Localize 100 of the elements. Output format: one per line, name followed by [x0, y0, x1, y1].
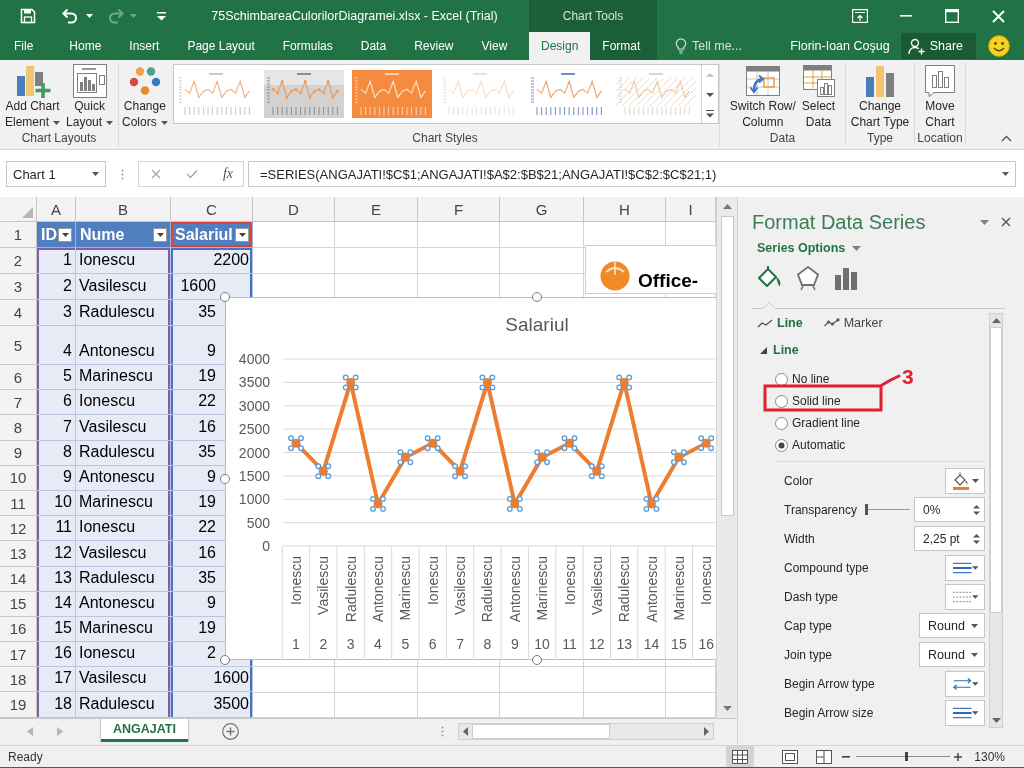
- chart-style-thumbnail[interactable]: [351, 70, 432, 118]
- maximize-icon[interactable]: [945, 9, 959, 23]
- caret-icon[interactable]: [971, 652, 978, 657]
- chart-style-thumbnail[interactable]: [263, 70, 344, 118]
- row-header[interactable]: 11: [0, 490, 37, 517]
- line-style-button[interactable]: [945, 699, 985, 726]
- filter-button[interactable]: [153, 227, 167, 242]
- row-header[interactable]: 18: [0, 667, 37, 693]
- caret-icon[interactable]: [61, 232, 69, 237]
- caret-right-icon[interactable]: [704, 727, 709, 736]
- column-header[interactable]: I: [666, 197, 716, 222]
- column-header[interactable]: H: [584, 197, 666, 222]
- table-header-cell[interactable]: ID: [37, 222, 76, 248]
- ribbon-button[interactable]: Quick Layout: [63, 64, 117, 130]
- row-header[interactable]: 17: [0, 642, 37, 668]
- caret-down-icon[interactable]: [722, 706, 732, 711]
- row-header[interactable]: 12: [0, 516, 37, 542]
- row-header[interactable]: 13: [0, 541, 37, 567]
- data-point[interactable]: [288, 435, 304, 452]
- filter-button[interactable]: [58, 227, 72, 242]
- section-header[interactable]: Line: [758, 338, 801, 362]
- table-header-cell[interactable]: Nume: [76, 222, 171, 248]
- column-header[interactable]: E: [335, 197, 418, 222]
- ribbon-tab[interactable]: View: [467, 32, 522, 60]
- close-icon[interactable]: [1001, 217, 1011, 227]
- row-header[interactable]: 19: [0, 692, 37, 718]
- caret-icon[interactable]: [92, 172, 99, 176]
- name-box[interactable]: Chart 1: [6, 161, 106, 187]
- pentagon-icon[interactable]: [796, 265, 820, 291]
- spin-field[interactable]: 2,25 pt: [914, 526, 985, 551]
- radio-icon[interactable]: [775, 394, 788, 408]
- caret-icon[interactable]: [1002, 172, 1009, 176]
- insert-function-button[interactable]: fx: [222, 166, 233, 182]
- ribbon-tab[interactable]: Formulas: [268, 32, 347, 60]
- radio-icon[interactable]: [775, 372, 788, 386]
- data-point[interactable]: [561, 435, 578, 452]
- row-header[interactable]: 15: [0, 591, 37, 617]
- data-point[interactable]: [370, 495, 386, 512]
- caret-icon[interactable]: [972, 478, 979, 483]
- column-header[interactable]: F: [418, 197, 500, 222]
- column-header[interactable]: C: [171, 197, 253, 222]
- ribbon-tab[interactable]: Insert: [115, 32, 174, 60]
- chart-style-thumbnail[interactable]: [615, 70, 696, 118]
- ribbon-button[interactable]: Change Colors: [119, 64, 171, 130]
- data-point[interactable]: [342, 374, 359, 391]
- subtab[interactable]: Marker: [820, 316, 885, 330]
- scrollbar-thumb[interactable]: [720, 216, 734, 516]
- line-style-button[interactable]: [945, 670, 985, 697]
- column-header[interactable]: D: [253, 197, 335, 222]
- data-point[interactable]: [698, 435, 715, 452]
- resize-handle[interactable]: [220, 473, 230, 484]
- caret-icon[interactable]: [160, 120, 168, 125]
- dots-icon[interactable]: [121, 169, 124, 180]
- view-button[interactable]: [726, 746, 755, 767]
- ribbon-button[interactable]: Move Chart: [922, 64, 958, 130]
- line-chart[interactable]: [225, 297, 716, 660]
- color-picker-button[interactable]: [945, 467, 985, 494]
- formula-field[interactable]: =SERIES(ANGAJATI!$C$1;ANGAJATI!$A$2:$B$21;ANGAJATI!$C$2:$C$21;1): [248, 161, 1016, 187]
- caret-left-icon[interactable]: [463, 727, 468, 736]
- chevron-up-icon[interactable]: [1001, 135, 1012, 142]
- radio-icon[interactable]: [775, 438, 788, 452]
- caret-icon[interactable]: [106, 120, 114, 125]
- dropdown[interactable]: Round: [919, 642, 985, 667]
- spin-field[interactable]: 0%: [914, 497, 985, 522]
- caret-icon[interactable]: [971, 623, 978, 628]
- caret-icon[interactable]: [972, 710, 979, 715]
- ribbon-tab[interactable]: Data: [346, 32, 401, 60]
- data-point[interactable]: [424, 435, 441, 452]
- caret-icon[interactable]: [53, 120, 61, 125]
- spin-arrows-icon[interactable]: [973, 532, 980, 545]
- caret-icon[interactable]: [972, 594, 979, 599]
- undo-icon[interactable]: [62, 8, 78, 24]
- resize-handle[interactable]: [220, 655, 230, 665]
- resize-handle[interactable]: [532, 292, 542, 302]
- sheet-tab[interactable]: ANGAJATI: [101, 719, 188, 742]
- ribbon-button[interactable]: Add Chart Element: [2, 64, 64, 130]
- resize-handle[interactable]: [220, 292, 230, 302]
- row-header[interactable]: 16: [0, 616, 37, 643]
- data-point[interactable]: [643, 495, 660, 512]
- row-header[interactable]: 9: [0, 440, 37, 466]
- check-icon[interactable]: [185, 169, 198, 179]
- subtab[interactable]: Line: [755, 316, 805, 330]
- caret-icon[interactable]: [972, 681, 979, 686]
- data-point[interactable]: [534, 449, 551, 466]
- vertical-scrollbar[interactable]: [716, 197, 737, 718]
- row-header[interactable]: 7: [0, 390, 37, 416]
- line-caret-icon[interactable]: [157, 11, 166, 21]
- plus-icon[interactable]: [954, 752, 963, 761]
- row-header[interactable]: 10: [0, 465, 37, 491]
- row-header[interactable]: 5: [0, 326, 37, 365]
- save-icon[interactable]: [20, 8, 36, 24]
- smiley-icon[interactable]: [988, 35, 1010, 57]
- caret-icon[interactable]: [238, 232, 246, 237]
- cancel-icon[interactable]: [151, 169, 161, 179]
- data-point[interactable]: [588, 463, 605, 480]
- radio-option[interactable]: Solid line: [775, 394, 841, 408]
- row-header[interactable]: 6: [0, 365, 37, 391]
- column-header[interactable]: A: [37, 197, 76, 222]
- row-header[interactable]: 14: [0, 566, 37, 592]
- column-header[interactable]: B: [76, 197, 171, 222]
